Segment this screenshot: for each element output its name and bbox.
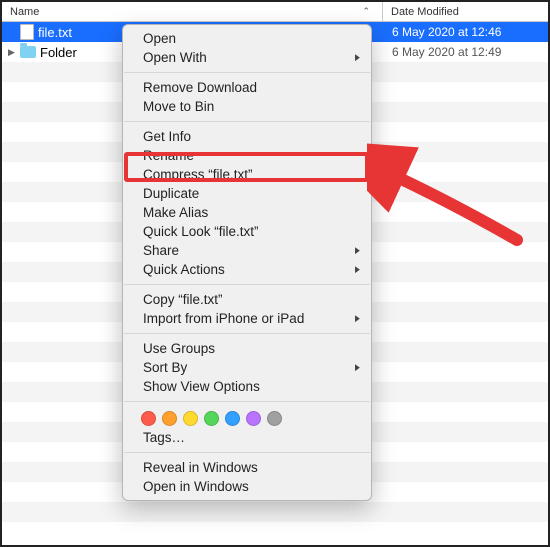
folder-icon <box>20 46 36 58</box>
tag-dot-blue[interactable] <box>225 411 240 426</box>
menu-separator <box>124 121 370 122</box>
menu-label: Rename <box>143 148 194 163</box>
menu-label: Compress “file.txt” <box>143 167 253 182</box>
menu-use-groups[interactable]: Use Groups <box>123 339 371 358</box>
menu-label: Copy “file.txt” <box>143 292 223 307</box>
menu-separator <box>124 72 370 73</box>
menu-show-view-options[interactable]: Show View Options <box>123 377 371 396</box>
tag-dot-purple[interactable] <box>246 411 261 426</box>
tag-dot-orange[interactable] <box>162 411 177 426</box>
menu-separator <box>124 401 370 402</box>
menu-label: Open <box>143 31 176 46</box>
menu-label: Reveal in Windows <box>143 460 258 475</box>
menu-label: Share <box>143 243 179 258</box>
menu-rename[interactable]: Rename <box>123 146 371 165</box>
column-header-date[interactable]: Date Modified <box>383 2 548 21</box>
cell-date: 6 May 2020 at 12:46 <box>382 25 548 39</box>
menu-reveal-in-windows[interactable]: Reveal in Windows <box>123 458 371 477</box>
menu-share[interactable]: Share <box>123 241 371 260</box>
menu-label: Quick Look “file.txt” <box>143 224 259 239</box>
column-header-name[interactable]: Name ⌃ <box>2 2 383 21</box>
disclosure-triangle-icon[interactable]: ▶ <box>8 47 16 58</box>
tag-dot-gray[interactable] <box>267 411 282 426</box>
menu-label: Open With <box>143 50 207 65</box>
menu-label: Quick Actions <box>143 262 225 277</box>
menu-sort-by[interactable]: Sort By <box>123 358 371 377</box>
menu-label: Make Alias <box>143 205 208 220</box>
menu-label: Remove Download <box>143 80 257 95</box>
folder-name: Folder <box>40 45 77 60</box>
menu-label: Sort By <box>143 360 187 375</box>
menu-duplicate[interactable]: Duplicate <box>123 184 371 203</box>
menu-copy[interactable]: Copy “file.txt” <box>123 290 371 309</box>
menu-open-with[interactable]: Open With <box>123 48 371 67</box>
column-name-label: Name <box>10 6 39 18</box>
menu-separator <box>124 333 370 334</box>
menu-label: Import from iPhone or iPad <box>143 311 304 326</box>
menu-get-info[interactable]: Get Info <box>123 127 371 146</box>
menu-tags[interactable]: Tags… <box>123 428 371 447</box>
menu-compress[interactable]: Compress “file.txt” <box>123 165 371 184</box>
menu-separator <box>124 284 370 285</box>
menu-make-alias[interactable]: Make Alias <box>123 203 371 222</box>
tag-dot-yellow[interactable] <box>183 411 198 426</box>
column-header: Name ⌃ Date Modified <box>2 2 548 22</box>
menu-move-to-bin[interactable]: Move to Bin <box>123 97 371 116</box>
menu-label: Tags… <box>143 430 185 445</box>
tags-row <box>123 407 371 428</box>
menu-open-in-windows[interactable]: Open in Windows <box>123 477 371 496</box>
menu-label: Get Info <box>143 129 191 144</box>
menu-label: Use Groups <box>143 341 215 356</box>
menu-quick-look[interactable]: Quick Look “file.txt” <box>123 222 371 241</box>
context-menu: Open Open With Remove Download Move to B… <box>122 24 372 501</box>
menu-quick-actions[interactable]: Quick Actions <box>123 260 371 279</box>
menu-remove-download[interactable]: Remove Download <box>123 78 371 97</box>
file-icon <box>20 24 34 40</box>
menu-label: Show View Options <box>143 379 260 394</box>
menu-label: Duplicate <box>143 186 199 201</box>
menu-open[interactable]: Open <box>123 29 371 48</box>
column-date-label: Date Modified <box>391 6 459 18</box>
file-name: file.txt <box>38 25 72 40</box>
sort-indicator-icon: ⌃ <box>362 6 370 17</box>
tag-dot-red[interactable] <box>141 411 156 426</box>
empty-row <box>2 502 548 522</box>
menu-separator <box>124 452 370 453</box>
menu-import-ios[interactable]: Import from iPhone or iPad <box>123 309 371 328</box>
tag-dot-green[interactable] <box>204 411 219 426</box>
menu-label: Open in Windows <box>143 479 249 494</box>
cell-date: 6 May 2020 at 12:49 <box>382 45 548 59</box>
menu-label: Move to Bin <box>143 99 214 114</box>
